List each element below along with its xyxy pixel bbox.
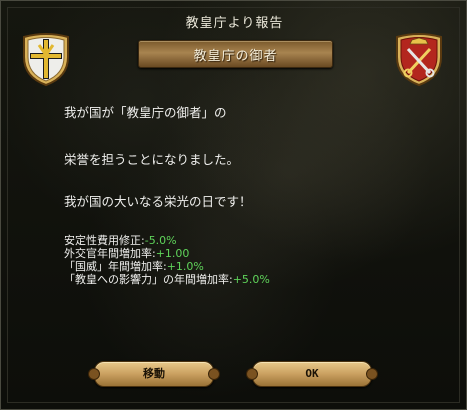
message-line-1: 我が国が「教皇庁の御者」の [64,105,227,120]
papal-cross-shield-icon [23,33,69,87]
effect-row: 「教皇への影響力」の年間増加率:+5.0% [64,273,270,286]
message-line-3: 我が国の大いなる栄光の日です！ [64,194,252,209]
ok-button[interactable]: OK [246,361,378,387]
effect-label: 安定性費用修正: [64,234,145,247]
subtitle-banner: 教皇庁の御者 [138,40,333,68]
effect-value: +5.0% [232,273,270,286]
effect-label: 「国威」年間増加率: [64,260,167,273]
event-dialog: 教皇庁より報告 教皇庁の御者 我が国が「教皇庁の御者」の 栄誉を担うことになりま… [0,0,467,410]
papal-keys-shield-icon [396,33,442,87]
effect-value: +1.00 [155,247,190,260]
effect-value: -5.0% [144,234,177,247]
effect-row: 外交官年間増加率:+1.00 [64,247,270,260]
message-line-2: 栄誉を担うことになりました。 [64,152,240,167]
effects-list: 安定性費用修正:-5.0% 外交官年間増加率:+1.00 「国威」年間増加率:+… [64,234,270,286]
dialog-subtitle: 教皇庁の御者 [193,49,278,64]
effect-value: +1.0% [166,260,204,273]
effect-label: 外交官年間増加率: [64,247,156,260]
dialog-title: 教皇庁より報告 [185,16,284,31]
effect-row: 「国威」年間増加率:+1.0% [64,260,270,273]
effect-label: 「教皇への影響力」の年間増加率: [64,273,233,286]
move-button[interactable]: 移動 [88,361,220,387]
effect-row: 安定性費用修正:-5.0% [64,234,270,247]
